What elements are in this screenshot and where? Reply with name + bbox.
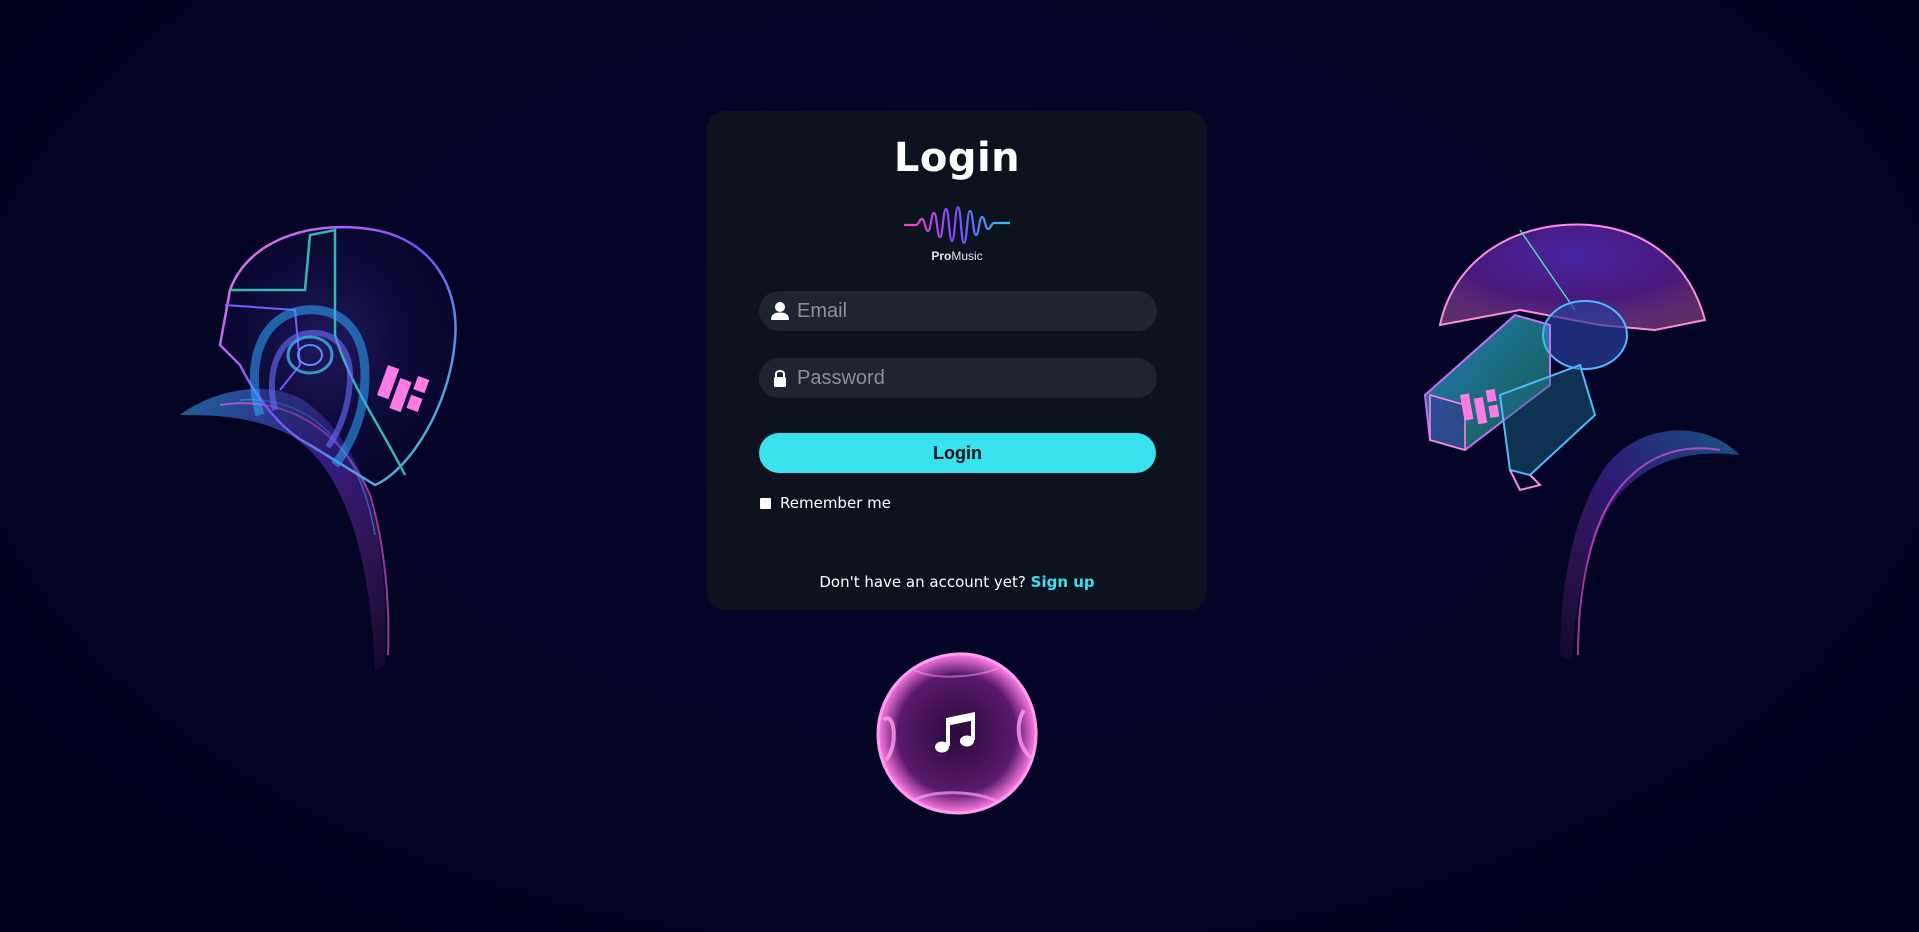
logo-text: ProMusic xyxy=(931,249,983,263)
signup-link[interactable]: Sign up xyxy=(1031,573,1095,591)
helmet-left-illustration xyxy=(180,225,457,670)
user-icon xyxy=(771,302,789,320)
remember-label: Remember me xyxy=(780,494,891,512)
login-page: Login ProMusic Email Login Remember me D… xyxy=(0,0,1919,932)
promusic-logo: ProMusic xyxy=(902,205,1012,267)
login-button[interactable]: Login xyxy=(759,433,1156,473)
remember-me[interactable]: Remember me xyxy=(760,493,891,513)
email-field xyxy=(759,291,1157,331)
helmet-right-illustration xyxy=(1423,223,1740,660)
sound-wave-logo-icon xyxy=(904,205,1010,245)
login-card: Login ProMusic Email Login Remember me D… xyxy=(707,111,1207,610)
music-orb xyxy=(876,652,1038,815)
signup-text: Don't have an account yet? xyxy=(819,573,1026,591)
remember-checkbox[interactable] xyxy=(760,497,771,509)
email-input[interactable] xyxy=(797,291,1147,331)
password-input[interactable] xyxy=(797,358,1147,398)
page-title: Login xyxy=(893,135,1021,181)
password-field xyxy=(759,358,1157,398)
signup-prompt: Don't have an account yet? Sign up xyxy=(707,573,1207,591)
lock-icon xyxy=(774,370,786,387)
